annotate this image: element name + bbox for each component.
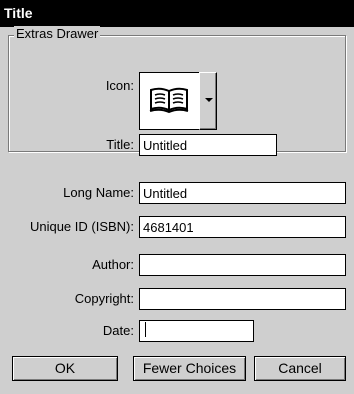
ok-button[interactable]: OK <box>12 356 118 381</box>
text-cursor <box>145 322 146 337</box>
copyright-label: Copyright: <box>74 291 134 306</box>
date-field[interactable] <box>139 320 254 342</box>
icon-dropdown-button[interactable] <box>199 72 217 130</box>
icon-label: Icon: <box>105 78 134 93</box>
cancel-button[interactable]: Cancel <box>254 356 346 381</box>
copyright-field[interactable] <box>139 288 346 310</box>
long-name-field[interactable] <box>139 182 346 204</box>
date-label: Date: <box>102 323 134 338</box>
open-book-icon <box>149 87 189 114</box>
dialog-title: Title <box>4 5 33 21</box>
author-field[interactable] <box>139 254 346 276</box>
title-dialog: Title Extras Drawer Icon: Title: Untitle… <box>0 0 354 394</box>
long-name-label: Long Name: <box>63 185 134 200</box>
unique-id-field[interactable] <box>139 216 346 238</box>
icon-well[interactable] <box>139 72 200 130</box>
title-label: Title: <box>106 137 134 152</box>
title-field[interactable] <box>139 134 277 156</box>
fewer-choices-button[interactable]: Fewer Choices <box>133 356 246 381</box>
dialog-title-bar[interactable]: Title <box>0 0 354 27</box>
chevron-down-icon <box>205 98 213 102</box>
author-label: Author: <box>92 257 134 272</box>
unique-id-label: Unique ID (ISBN): <box>29 219 134 234</box>
extras-drawer-label: Extras Drawer <box>14 26 101 42</box>
